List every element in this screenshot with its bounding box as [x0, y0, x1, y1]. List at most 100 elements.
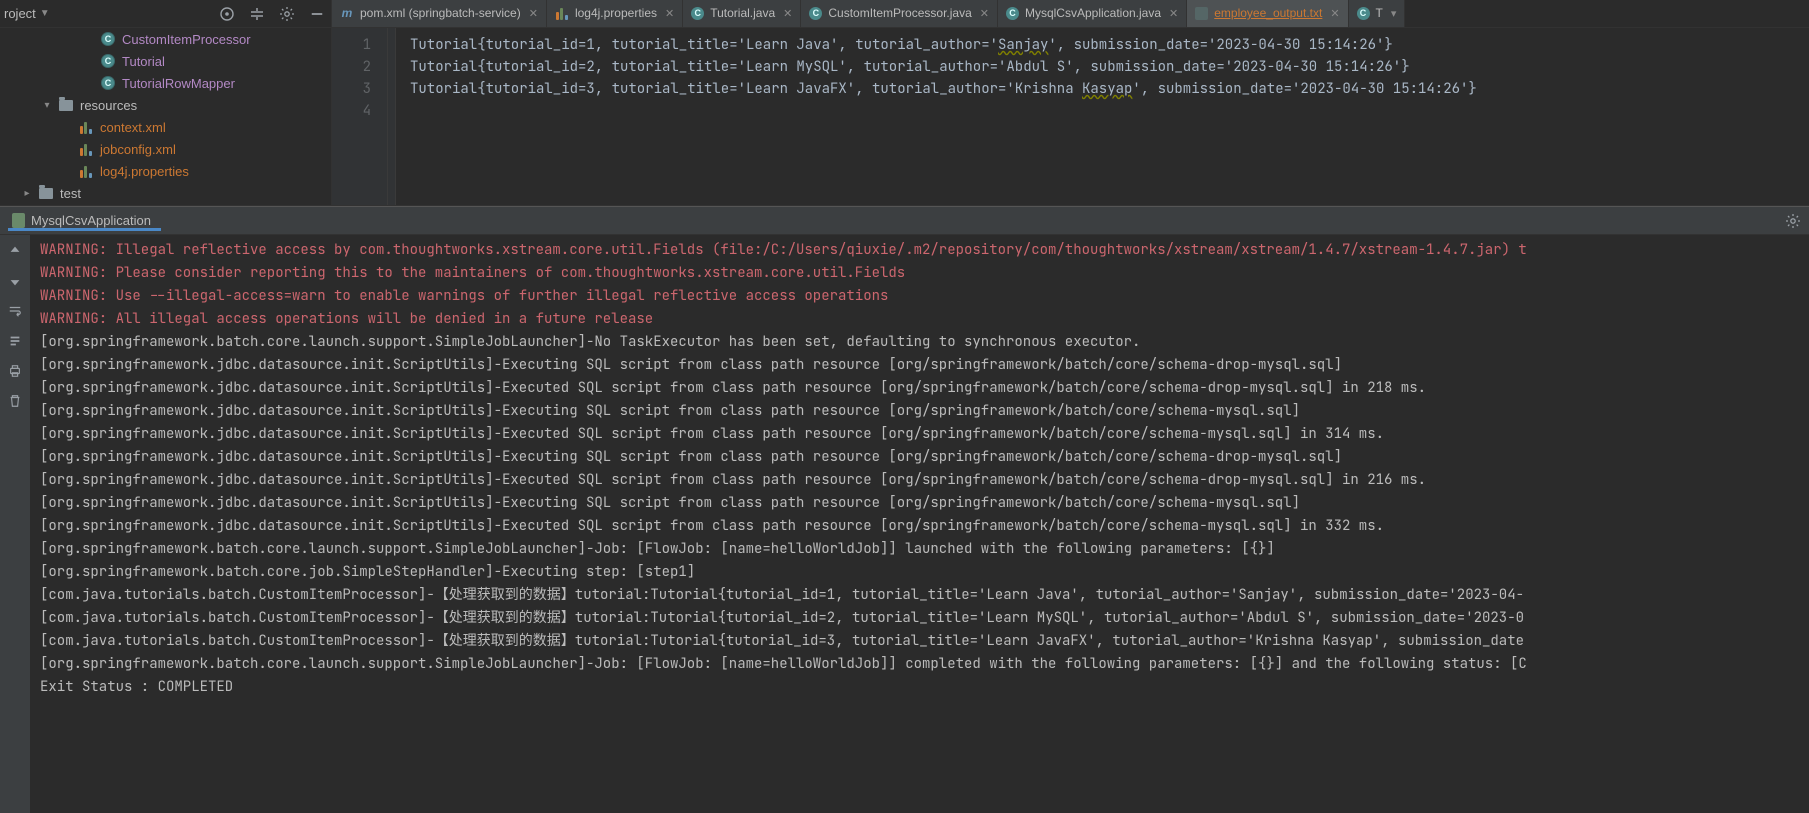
tree-item[interactable]: ▾resources: [0, 94, 331, 116]
run-tab[interactable]: MysqlCsvApplication: [8, 210, 161, 231]
console-line: WARNING: Please consider reporting this …: [40, 262, 1809, 285]
trash-icon[interactable]: [7, 393, 23, 409]
console-line: [org.springframework.batch.core.launch.s…: [40, 538, 1809, 561]
run-body: WARNING: Illegal reflective access by co…: [0, 235, 1809, 813]
tree-item[interactable]: C CustomItemProcessor: [0, 28, 331, 50]
tree-item-label: context.xml: [100, 120, 166, 135]
down-arrow-icon[interactable]: [7, 273, 23, 289]
console-line: [org.springframework.batch.core.launch.s…: [40, 331, 1809, 354]
editor-tab[interactable]: CT ▾: [1349, 0, 1406, 27]
console-line: WARNING: All illegal access operations w…: [40, 308, 1809, 331]
console-line: WARNING: Illegal reflective access by co…: [40, 239, 1809, 262]
file-icon: [78, 141, 94, 157]
close-icon[interactable]: ✕: [665, 7, 674, 20]
tab-label: log4j.properties: [575, 6, 657, 20]
tree-item-label: log4j.properties: [100, 164, 189, 179]
line-number: 4: [332, 100, 371, 122]
class-icon: C: [1357, 7, 1370, 20]
code-line: Tutorial{tutorial_id=1, tutorial_title='…: [410, 34, 1477, 56]
tab-label: pom.xml (springbatch-service): [360, 6, 521, 20]
class-icon: C: [100, 75, 116, 91]
editor-body[interactable]: 1234 Tutorial{tutorial_id=1, tutorial_ti…: [332, 28, 1809, 205]
close-icon[interactable]: ✕: [529, 7, 538, 20]
class-icon: C: [100, 31, 116, 47]
up-arrow-icon[interactable]: [7, 243, 23, 259]
tree-item-label: test: [60, 186, 81, 201]
editor-gutter: 1234: [332, 28, 388, 205]
hide-icon[interactable]: [309, 6, 325, 22]
tree-item-label: TutorialRowMapper: [122, 76, 235, 91]
console-line: [org.springframework.jdbc.datasource.ini…: [40, 377, 1809, 400]
close-icon[interactable]: ✕: [783, 7, 792, 20]
tree-item[interactable]: CTutorial: [0, 50, 331, 72]
tree-item[interactable]: ▸test: [0, 182, 331, 204]
run-tab-label: MysqlCsvApplication: [31, 213, 151, 228]
project-dropdown-label: roject: [4, 6, 36, 21]
run-header: MysqlCsvApplication: [0, 207, 1809, 235]
console-line: [com.java.tutorials.batch.CustomItemProc…: [40, 630, 1809, 653]
editor-tab[interactable]: CMysqlCsvApplication.java✕: [998, 0, 1187, 27]
chevron-down-icon[interactable]: ▾: [1391, 7, 1397, 20]
main-split: CCustomItemProcessorCTutorialCTutorialRo…: [0, 28, 1809, 206]
tree-item-label: CustomItemProcessor: [122, 32, 251, 47]
folder-icon: [58, 97, 74, 113]
file-icon: [78, 119, 94, 135]
code-line: Tutorial{tutorial_id=3, tutorial_title='…: [410, 78, 1477, 100]
print-icon[interactable]: [7, 363, 23, 379]
scroll-to-end-icon[interactable]: [7, 333, 23, 349]
editor-area: 1234 Tutorial{tutorial_id=1, tutorial_ti…: [332, 28, 1809, 205]
code-line: Tutorial{tutorial_id=2, tutorial_title='…: [410, 56, 1477, 78]
close-icon[interactable]: ✕: [1330, 7, 1339, 20]
editor-tab-strip: mpom.xml (springbatch-service)✕log4j.pro…: [332, 0, 1405, 28]
console-line: [org.springframework.jdbc.datasource.ini…: [40, 446, 1809, 469]
console-line: [org.springframework.jdbc.datasource.ini…: [40, 354, 1809, 377]
close-icon[interactable]: ✕: [980, 7, 989, 20]
collapse-all-icon[interactable]: [249, 6, 265, 22]
project-header-left: roject ▼: [0, 0, 332, 27]
console-line: [org.springframework.batch.core.launch.s…: [40, 653, 1809, 676]
twisty-icon: ▾: [42, 100, 52, 111]
tree-item[interactable]: jobconfig.xml: [0, 138, 331, 160]
console-line: [org.springframework.batch.core.job.Simp…: [40, 561, 1809, 584]
editor-tab[interactable]: CTutorial.java✕: [683, 0, 801, 27]
tree-item[interactable]: log4j.properties: [0, 160, 331, 182]
gear-icon[interactable]: [279, 6, 295, 22]
tree-item[interactable]: C TutorialRowMapper: [0, 72, 331, 94]
console-line: [com.java.tutorials.batch.CustomItemProc…: [40, 584, 1809, 607]
console-output[interactable]: WARNING: Illegal reflective access by co…: [30, 235, 1809, 813]
select-opened-file-icon[interactable]: [219, 6, 235, 22]
class-icon: C: [1006, 7, 1019, 20]
editor-tab[interactable]: employee_output.txt✕: [1187, 0, 1348, 27]
console-line: [com.java.tutorials.batch.CustomItemProc…: [40, 607, 1809, 630]
properties-icon: [555, 6, 569, 20]
line-number: 3: [332, 78, 371, 100]
project-dropdown[interactable]: roject ▼: [0, 6, 50, 21]
maven-icon: m: [340, 6, 354, 20]
chevron-down-icon: ▼: [40, 8, 50, 19]
class-icon: C: [100, 53, 116, 69]
close-icon[interactable]: ✕: [1169, 7, 1178, 20]
console-line: [org.springframework.jdbc.datasource.ini…: [40, 423, 1809, 446]
console-line: [org.springframework.jdbc.datasource.ini…: [40, 400, 1809, 423]
project-toolwindow-header: roject ▼ m pom.xml (springbatch-service) ✕…: [0, 0, 1809, 28]
soft-wrap-icon[interactable]: [7, 303, 23, 319]
tree-item[interactable]: context.xml: [0, 116, 331, 138]
line-number: 1: [332, 34, 371, 56]
file-icon: [78, 163, 94, 179]
gear-icon[interactable]: [1785, 213, 1801, 229]
tab-label: T: [1376, 6, 1383, 20]
editor-tab[interactable]: log4j.properties ✕: [547, 0, 683, 27]
run-action-gutter: [0, 235, 30, 813]
class-icon: C: [691, 7, 704, 20]
project-tree[interactable]: CCustomItemProcessorCTutorialCTutorialRo…: [0, 28, 332, 205]
run-tool-window: MysqlCsvApplication WARNING: Illegal ref…: [0, 206, 1809, 813]
project-header-actions: [219, 6, 325, 22]
console-line: [org.springframework.jdbc.datasource.ini…: [40, 492, 1809, 515]
editor-text[interactable]: Tutorial{tutorial_id=1, tutorial_title='…: [396, 28, 1477, 205]
editor-tab[interactable]: CCustomItemProcessor.java✕: [801, 0, 998, 27]
console-line: [org.springframework.jdbc.datasource.ini…: [40, 469, 1809, 492]
console-line: WARNING: Use --illegal-access=warn to en…: [40, 285, 1809, 308]
text-file-icon: [1195, 7, 1208, 20]
editor-tab[interactable]: m pom.xml (springbatch-service) ✕: [332, 0, 547, 27]
tab-label: CustomItemProcessor.java: [828, 6, 971, 20]
